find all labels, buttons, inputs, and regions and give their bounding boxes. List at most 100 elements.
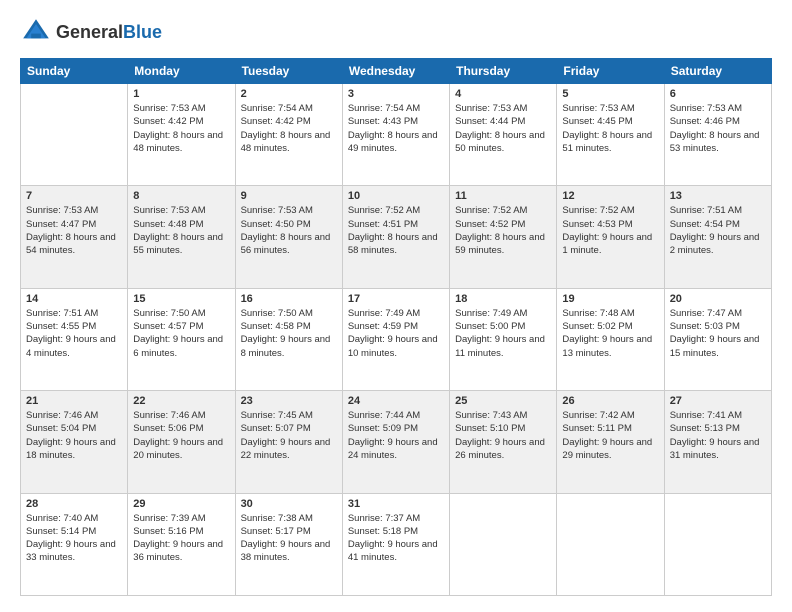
calendar-cell — [450, 493, 557, 595]
calendar-cell: 22 Sunrise: 7:46 AMSunset: 5:06 PMDayligh… — [128, 391, 235, 493]
day-number: 8 — [133, 190, 229, 202]
day-number: 10 — [348, 190, 444, 202]
day-number: 28 — [26, 498, 122, 510]
day-number: 6 — [670, 88, 766, 100]
day-info: Sunrise: 7:54 AMSunset: 4:42 PMDaylight:… — [241, 102, 337, 155]
day-info: Sunrise: 7:53 AMSunset: 4:50 PMDaylight:… — [241, 204, 337, 257]
day-info: Sunrise: 7:49 AMSunset: 4:59 PMDaylight:… — [348, 307, 444, 360]
calendar-cell: 3Sunrise: 7:54 AMSunset: 4:43 PMDaylight… — [342, 84, 449, 186]
day-number: 20 — [670, 293, 766, 305]
calendar-cell: 19 Sunrise: 7:48 AMSunset: 5:02 PMDayligh… — [557, 288, 664, 390]
day-number: 22 — [133, 395, 229, 407]
day-number: 19 — [562, 293, 658, 305]
day-info: Sunrise: 7:50 AMSunset: 4:58 PMDaylight:… — [241, 307, 337, 360]
day-number: 13 — [670, 190, 766, 202]
day-info: Sunrise: 7:53 AMSunset: 4:47 PMDaylight:… — [26, 204, 122, 257]
header-tuesday: Tuesday — [235, 59, 342, 84]
day-info: Sunrise: 7:53 AMSunset: 4:42 PMDaylight:… — [133, 102, 229, 155]
day-info: Sunrise: 7:53 AMSunset: 4:45 PMDaylight:… — [562, 102, 658, 155]
day-number: 2 — [241, 88, 337, 100]
day-number: 9 — [241, 190, 337, 202]
day-info: Sunrise: 7:44 AMSunset: 5:09 PMDaylight:… — [348, 409, 444, 462]
logo: GeneralBlue — [20, 16, 162, 48]
day-info: Sunrise: 7:52 AMSunset: 4:53 PMDaylight:… — [562, 204, 658, 257]
calendar-cell: 5 Sunrise: 7:53 AMSunset: 4:45 PMDaylight… — [557, 84, 664, 186]
calendar-cell: 12 Sunrise: 7:52 AMSunset: 4:53 PMDayligh… — [557, 186, 664, 288]
day-info: Sunrise: 7:47 AMSunset: 5:03 PMDaylight:… — [670, 307, 766, 360]
day-info: Sunrise: 7:52 AMSunset: 4:51 PMDaylight:… — [348, 204, 444, 257]
calendar-week-row: 28 Sunrise: 7:40 AMSunset: 5:14 PMDayligh… — [21, 493, 772, 595]
calendar-cell: 9 Sunrise: 7:53 AMSunset: 4:50 PMDaylight… — [235, 186, 342, 288]
day-number: 24 — [348, 395, 444, 407]
calendar-week-row: 1 Sunrise: 7:53 AMSunset: 4:42 PMDaylight… — [21, 84, 772, 186]
day-number: 7 — [26, 190, 122, 202]
logo-general: General — [56, 22, 123, 42]
day-info: Sunrise: 7:40 AMSunset: 5:14 PMDaylight:… — [26, 512, 122, 565]
day-number: 5 — [562, 88, 658, 100]
calendar-cell: 7 Sunrise: 7:53 AMSunset: 4:47 PMDaylight… — [21, 186, 128, 288]
day-info: Sunrise: 7:45 AMSunset: 5:07 PMDaylight:… — [241, 409, 337, 462]
calendar-cell: 20 Sunrise: 7:47 AMSunset: 5:03 PMDayligh… — [664, 288, 771, 390]
day-info: Sunrise: 7:53 AMSunset: 4:48 PMDaylight:… — [133, 204, 229, 257]
day-info: Sunrise: 7:53 AMSunset: 4:44 PMDaylight:… — [455, 102, 551, 155]
day-number: 15 — [133, 293, 229, 305]
calendar-cell: 2 Sunrise: 7:54 AMSunset: 4:42 PMDaylight… — [235, 84, 342, 186]
calendar-cell — [21, 84, 128, 186]
day-number: 16 — [241, 293, 337, 305]
calendar-cell: 6 Sunrise: 7:53 AMSunset: 4:46 PMDaylight… — [664, 84, 771, 186]
calendar-cell: 29Sunrise: 7:39 AMSunset: 5:16 PMDayligh… — [128, 493, 235, 595]
calendar-cell: 1 Sunrise: 7:53 AMSunset: 4:42 PMDaylight… — [128, 84, 235, 186]
calendar-cell — [664, 493, 771, 595]
day-info: Sunrise: 7:51 AMSunset: 4:55 PMDaylight:… — [26, 307, 122, 360]
calendar-cell: 11 Sunrise: 7:52 AMSunset: 4:52 PMDayligh… — [450, 186, 557, 288]
calendar-table: Sunday Monday Tuesday Wednesday Thursday… — [20, 58, 772, 596]
day-number: 3 — [348, 88, 444, 100]
day-number: 26 — [562, 395, 658, 407]
day-info: Sunrise: 7:46 AMSunset: 5:06 PMDaylight:… — [133, 409, 229, 462]
day-number: 31 — [348, 498, 444, 510]
day-info: Sunrise: 7:52 AMSunset: 4:52 PMDaylight:… — [455, 204, 551, 257]
header-monday: Monday — [128, 59, 235, 84]
day-number: 17 — [348, 293, 444, 305]
day-number: 25 — [455, 395, 551, 407]
day-info: Sunrise: 7:42 AMSunset: 5:11 PMDaylight:… — [562, 409, 658, 462]
day-number: 18 — [455, 293, 551, 305]
calendar-week-row: 7 Sunrise: 7:53 AMSunset: 4:47 PMDaylight… — [21, 186, 772, 288]
day-number: 1 — [133, 88, 229, 100]
calendar-week-row: 14Sunrise: 7:51 AMSunset: 4:55 PMDayligh… — [21, 288, 772, 390]
day-info: Sunrise: 7:49 AMSunset: 5:00 PMDaylight:… — [455, 307, 551, 360]
calendar-cell: 27 Sunrise: 7:41 AMSunset: 5:13 PMDayligh… — [664, 391, 771, 493]
calendar-cell: 31Sunrise: 7:37 AMSunset: 5:18 PMDayligh… — [342, 493, 449, 595]
calendar-week-row: 21Sunrise: 7:46 AMSunset: 5:04 PMDayligh… — [21, 391, 772, 493]
calendar-cell: 26 Sunrise: 7:42 AMSunset: 5:11 PMDayligh… — [557, 391, 664, 493]
calendar-cell: 15 Sunrise: 7:50 AMSunset: 4:57 PMDayligh… — [128, 288, 235, 390]
calendar-cell: 17 Sunrise: 7:49 AMSunset: 4:59 PMDayligh… — [342, 288, 449, 390]
day-number: 23 — [241, 395, 337, 407]
calendar-cell: 23 Sunrise: 7:45 AMSunset: 5:07 PMDayligh… — [235, 391, 342, 493]
day-info: Sunrise: 7:50 AMSunset: 4:57 PMDaylight:… — [133, 307, 229, 360]
calendar-cell: 30 Sunrise: 7:38 AMSunset: 5:17 PMDayligh… — [235, 493, 342, 595]
calendar-cell — [557, 493, 664, 595]
header-wednesday: Wednesday — [342, 59, 449, 84]
day-number: 27 — [670, 395, 766, 407]
day-number: 4 — [455, 88, 551, 100]
day-info: Sunrise: 7:48 AMSunset: 5:02 PMDaylight:… — [562, 307, 658, 360]
day-info: Sunrise: 7:41 AMSunset: 5:13 PMDaylight:… — [670, 409, 766, 462]
day-number: 12 — [562, 190, 658, 202]
calendar-cell: 25 Sunrise: 7:43 AMSunset: 5:10 PMDayligh… — [450, 391, 557, 493]
day-info: Sunrise: 7:53 AMSunset: 4:46 PMDaylight:… — [670, 102, 766, 155]
header-sunday: Sunday — [21, 59, 128, 84]
day-number: 11 — [455, 190, 551, 202]
day-info: Sunrise: 7:43 AMSunset: 5:10 PMDaylight:… — [455, 409, 551, 462]
day-info: Sunrise: 7:39 AMSunset: 5:16 PMDaylight:… — [133, 512, 229, 565]
calendar-cell: 16 Sunrise: 7:50 AMSunset: 4:58 PMDayligh… — [235, 288, 342, 390]
day-number: 21 — [26, 395, 122, 407]
calendar-cell: 4 Sunrise: 7:53 AMSunset: 4:44 PMDaylight… — [450, 84, 557, 186]
header: GeneralBlue — [20, 16, 772, 48]
calendar-cell: 10 Sunrise: 7:52 AMSunset: 4:51 PMDayligh… — [342, 186, 449, 288]
logo-blue: Blue — [123, 22, 162, 42]
calendar-cell: 13Sunrise: 7:51 AMSunset: 4:54 PMDayligh… — [664, 186, 771, 288]
day-number: 30 — [241, 498, 337, 510]
day-info: Sunrise: 7:38 AMSunset: 5:17 PMDaylight:… — [241, 512, 337, 565]
header-thursday: Thursday — [450, 59, 557, 84]
